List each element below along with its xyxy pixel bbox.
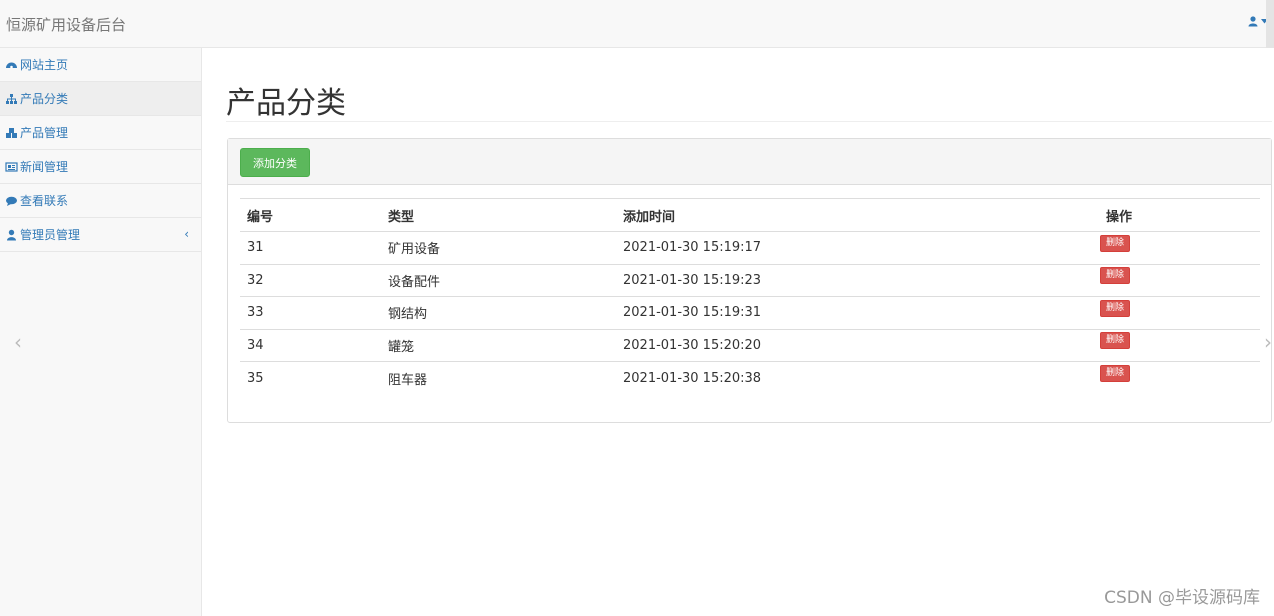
comment-icon: [6, 196, 17, 206]
brand-title[interactable]: 恒源矿用设备后台: [6, 14, 126, 35]
table-row: 34 罐笼 2021-01-30 15:20:20 删除: [240, 329, 1260, 362]
dashboard-icon: [6, 62, 17, 68]
user-menu-toggle[interactable]: [1248, 16, 1268, 27]
prev-arrow-icon[interactable]: ‹: [14, 330, 22, 354]
cell-time: 2021-01-30 15:19:17: [616, 231, 1099, 265]
cell-time: 2021-01-30 15:20:38: [623, 370, 762, 386]
page-title: 产品分类: [226, 86, 346, 121]
table-row: 35 阻车器 2021-01-30 15:20:38 删除: [240, 362, 1260, 395]
delete-button[interactable]: 删除: [1100, 267, 1131, 285]
table-row: 33 钢结构 2021-01-30 15:19:31 删除: [240, 296, 1260, 330]
cell-type: 阻车器: [388, 372, 428, 388]
cell-id: 33: [240, 296, 381, 330]
cell-action: 删除: [1099, 231, 1260, 265]
sidebar-item-home[interactable]: 网站主页: [0, 48, 201, 82]
watermark: CSDN @毕设源码库: [1104, 588, 1260, 608]
main-content: 产品分类 添加分类 编号 类型 添加时间 操作 31 矿用设备 2021-01-…: [202, 48, 1274, 616]
sidebar-item-news-management[interactable]: 新闻管理: [0, 150, 201, 184]
column-header-id: 编号: [240, 198, 381, 232]
cubes-icon: [6, 127, 17, 138]
sidebar-item-label: 管理员管理: [20, 228, 81, 242]
cell-id: 32: [240, 264, 381, 297]
category-table: 编号 类型 添加时间 操作 31 矿用设备 2021-01-30 15:19:1…: [240, 198, 1260, 394]
sidebar-item-product-category[interactable]: 产品分类: [0, 82, 201, 116]
sidebar-item-label: 查看联系: [20, 194, 69, 208]
newspaper-icon: [5, 161, 18, 172]
sitemap-icon: [6, 93, 17, 104]
table-row: 32 设备配件 2021-01-30 15:19:23 删除: [240, 264, 1260, 297]
cell-id: 34: [240, 329, 381, 362]
delete-button[interactable]: 删除: [1100, 332, 1131, 350]
table-header-row: 编号 类型 添加时间 操作: [240, 198, 1260, 232]
column-header-action: 操作: [1099, 198, 1260, 232]
cell-type: 罐笼: [381, 329, 616, 362]
sidebar-item-label: 产品管理: [20, 126, 69, 140]
cell-action: 删除: [1099, 296, 1260, 330]
delete-button[interactable]: 删除: [1100, 365, 1131, 382]
cell-action: 删除: [1099, 329, 1260, 362]
scrollbar[interactable]: [1266, 0, 1274, 48]
column-header-time: 添加时间: [616, 198, 1099, 232]
sidebar-item-view-contacts[interactable]: 查看联系: [0, 184, 201, 218]
sidebar: 网站主页 产品分类 产品管理 新闻管理 查看联系 管理员管理 ‹: [0, 48, 202, 616]
user-icon: [7, 229, 16, 240]
sidebar-item-admin-management[interactable]: 管理员管理 ‹: [0, 218, 201, 252]
cell-id: 35: [247, 370, 264, 386]
cell-action: 删除: [1099, 264, 1260, 297]
cell-action: 删除: [1099, 362, 1260, 395]
table-row: 31 矿用设备 2021-01-30 15:19:17 删除: [240, 231, 1260, 265]
top-navbar: 恒源矿用设备后台: [0, 0, 1274, 48]
cell-time: 2021-01-30 15:19:23: [616, 264, 1099, 297]
cell-id: 31: [240, 231, 381, 265]
cell-time: 2021-01-30 15:20:20: [616, 329, 1099, 362]
cell-type: 矿用设备: [381, 231, 616, 265]
sidebar-item-label: 网站主页: [20, 58, 69, 72]
cell-time: 2021-01-30 15:19:31: [616, 296, 1099, 330]
column-header-type: 类型: [381, 198, 616, 232]
title-divider: [226, 121, 1272, 122]
delete-button[interactable]: 删除: [1100, 299, 1131, 317]
sidebar-item-product-management[interactable]: 产品管理: [0, 116, 201, 150]
next-arrow-icon[interactable]: ›: [1264, 330, 1272, 354]
chevron-left-icon[interactable]: ‹: [184, 227, 189, 241]
add-category-button[interactable]: 添加分类: [240, 148, 310, 177]
panel-heading: 添加分类: [228, 139, 1271, 185]
category-panel: 添加分类 编号 类型 添加时间 操作 31 矿用设备 2021-01-30 15…: [227, 138, 1272, 423]
cell-type: 设备配件: [381, 264, 616, 297]
user-icon: [1248, 16, 1258, 27]
delete-button[interactable]: 删除: [1100, 234, 1131, 252]
sidebar-item-label: 产品分类: [20, 92, 69, 106]
cell-type: 钢结构: [381, 296, 616, 330]
sidebar-item-label: 新闻管理: [20, 160, 69, 174]
